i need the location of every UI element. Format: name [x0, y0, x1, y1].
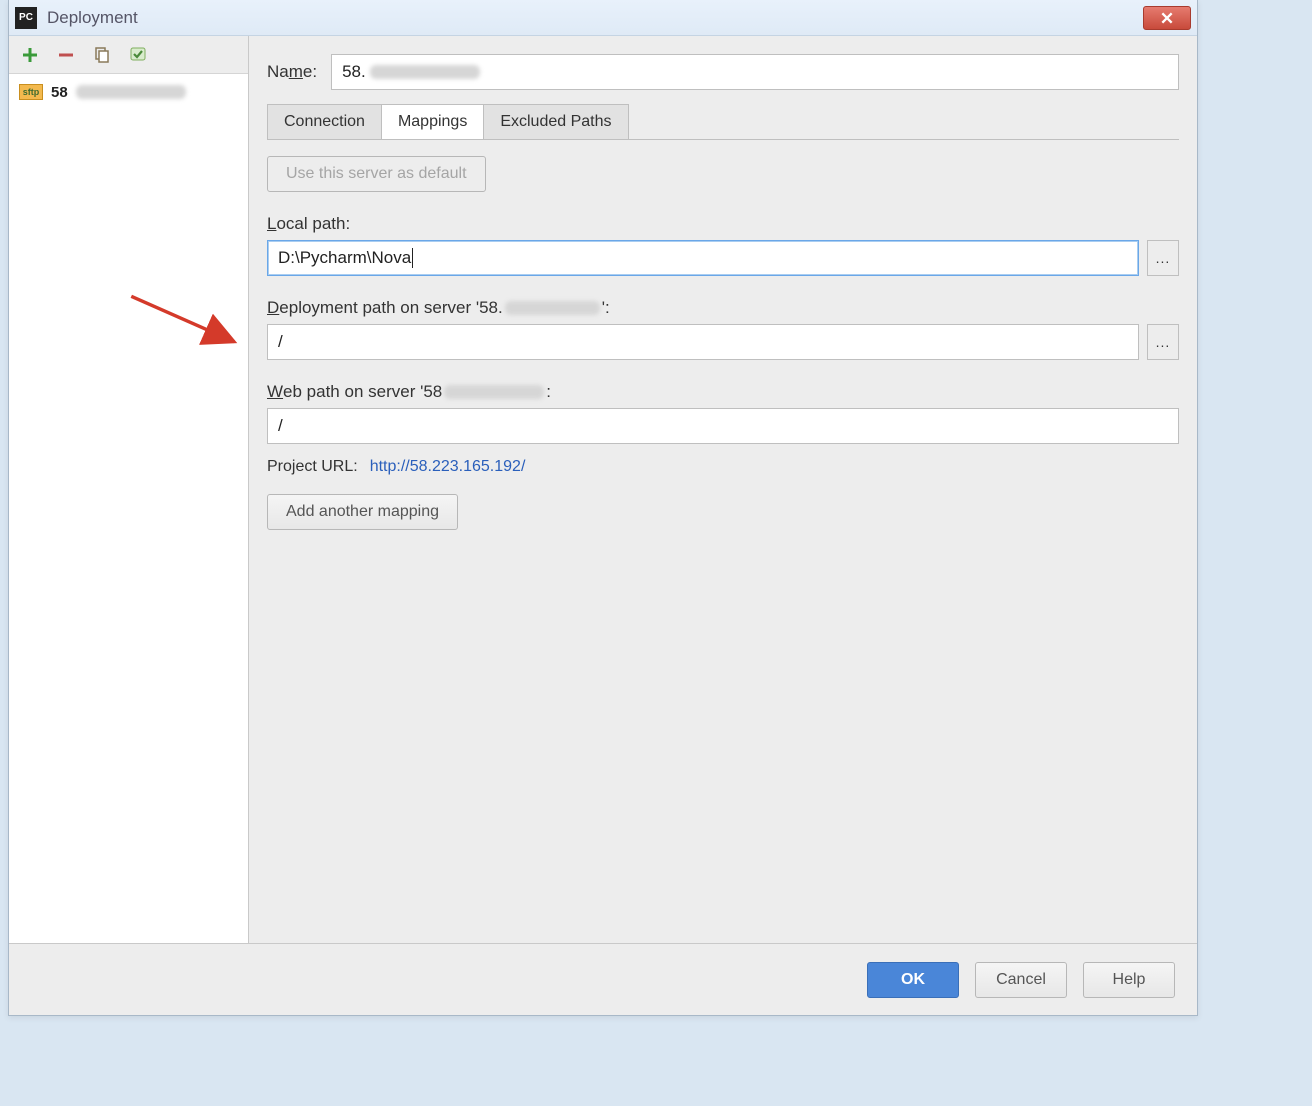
browse-deployment-path-button[interactable]: ...: [1147, 324, 1179, 360]
local-path-input[interactable]: D:\Pycharm\Nova: [267, 240, 1139, 276]
remove-server-button[interactable]: [55, 44, 77, 66]
copy-server-button[interactable]: [91, 44, 113, 66]
local-path-label: Local path:: [267, 214, 1179, 234]
server-list: sftp 58: [9, 74, 248, 943]
copy-icon: [93, 46, 111, 64]
tab-mappings[interactable]: Mappings: [382, 105, 484, 139]
cancel-button[interactable]: Cancel: [975, 962, 1067, 998]
add-another-mapping-button[interactable]: Add another mapping: [267, 494, 458, 530]
project-url-link[interactable]: http://58.223.165.192/: [370, 458, 526, 476]
deployment-path-value: /: [278, 332, 283, 352]
app-icon: PC: [15, 7, 37, 29]
dialog-footer: OK Cancel Help: [9, 943, 1197, 1015]
name-label: Name:: [267, 62, 317, 82]
use-as-default-button: Use this server as default: [267, 156, 486, 192]
web-path-input[interactable]: /: [267, 408, 1179, 444]
close-button[interactable]: [1143, 6, 1191, 30]
help-button[interactable]: Help: [1083, 962, 1175, 998]
project-url-label: Project URL:: [267, 458, 358, 476]
obscured-text: [444, 385, 544, 399]
validate-button[interactable]: [127, 44, 149, 66]
main-panel: Name: 58. Connection Mappings Excluded P…: [249, 36, 1197, 943]
web-path-value: /: [278, 416, 283, 436]
plus-icon: [21, 46, 39, 64]
sidebar: sftp 58: [9, 36, 249, 943]
deployment-path-input[interactable]: /: [267, 324, 1139, 360]
browse-local-path-button[interactable]: ...: [1147, 240, 1179, 276]
web-path-label: Web path on server '58 :: [267, 382, 1179, 402]
name-input[interactable]: 58.: [331, 54, 1179, 90]
tab-connection[interactable]: Connection: [268, 105, 382, 139]
obscured-text: [76, 85, 186, 99]
add-server-button[interactable]: [19, 44, 41, 66]
sidebar-toolbar: [9, 36, 248, 74]
ok-button[interactable]: OK: [867, 962, 959, 998]
titlebar: PC Deployment: [9, 0, 1197, 36]
sidebar-item-server[interactable]: sftp 58: [9, 78, 248, 106]
mappings-tab-content: Use this server as default Local path: D…: [267, 139, 1179, 943]
obscured-text: [505, 301, 600, 315]
deployment-path-label: Deployment path on server '58. ':: [267, 298, 1179, 318]
check-icon: [129, 46, 147, 64]
sftp-badge-icon: sftp: [19, 84, 43, 100]
obscured-text: [370, 65, 480, 79]
deployment-dialog: PC Deployment: [8, 0, 1198, 1016]
close-icon: [1160, 11, 1174, 25]
tab-excluded-paths[interactable]: Excluded Paths: [484, 105, 627, 139]
local-path-value: D:\Pycharm\Nova: [278, 248, 411, 268]
window-title: Deployment: [47, 8, 138, 28]
server-name: 58: [51, 84, 68, 101]
minus-icon: [57, 46, 75, 64]
tabs: Connection Mappings Excluded Paths: [267, 104, 629, 139]
name-input-value: 58.: [342, 62, 366, 82]
